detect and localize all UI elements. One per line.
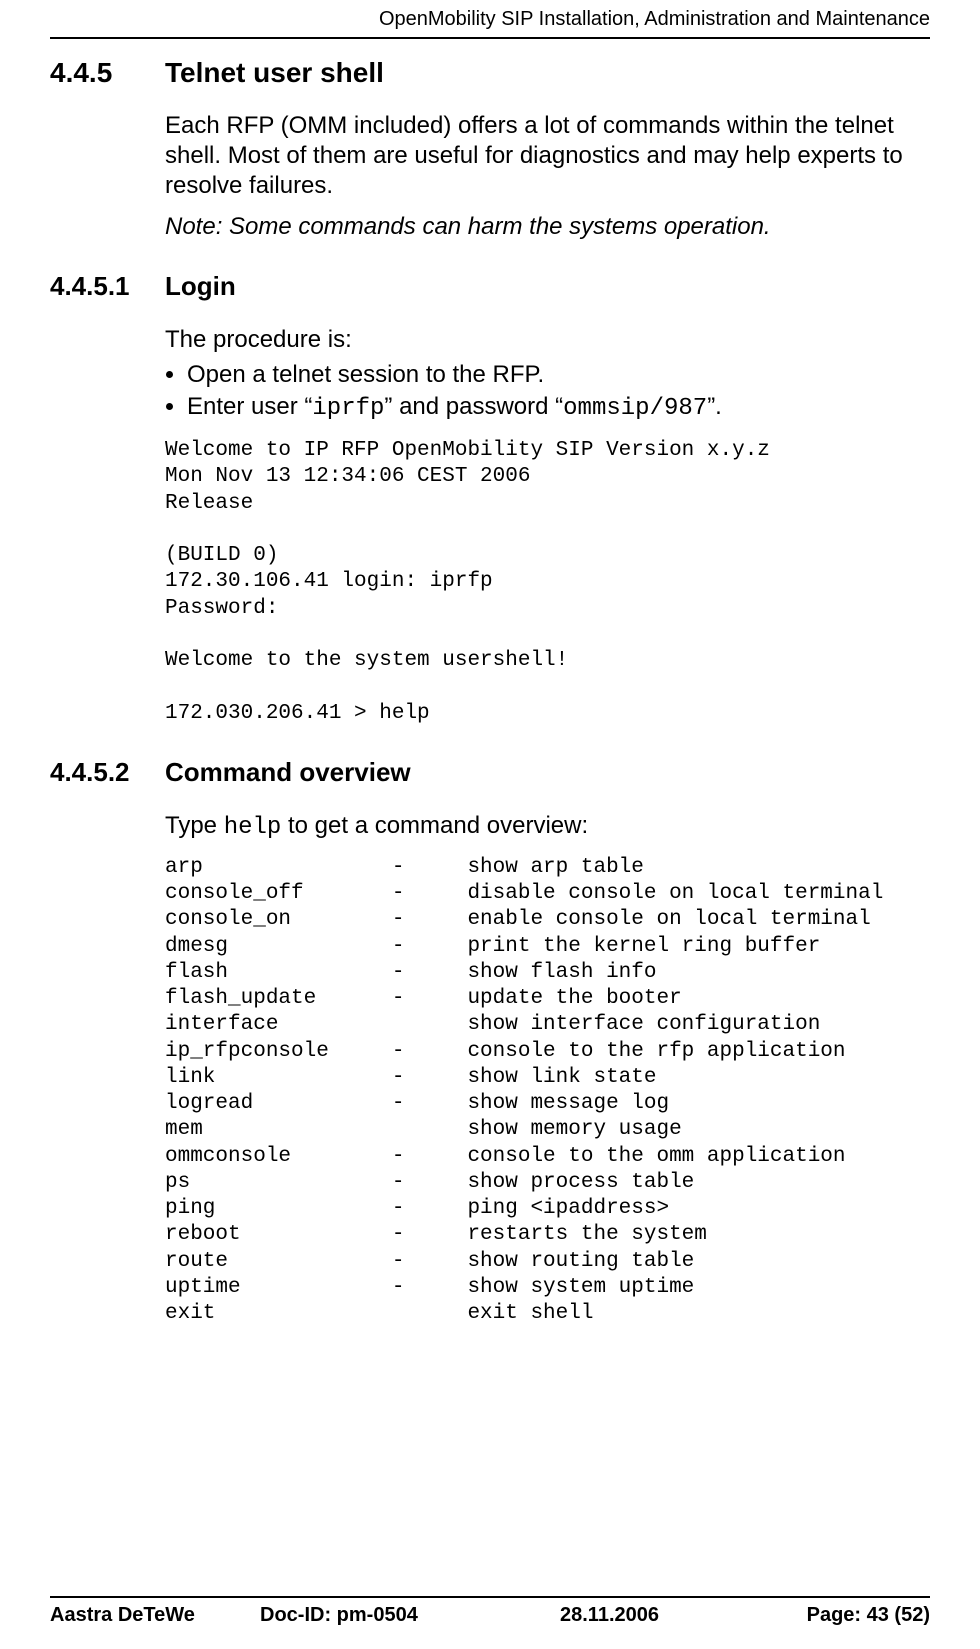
text: Type bbox=[165, 812, 224, 839]
intro-paragraph: Each RFP (OMM included) offers a lot of … bbox=[165, 111, 930, 201]
note-paragraph: Note: Some commands can harm the systems… bbox=[165, 213, 930, 241]
code-inline: help bbox=[224, 814, 282, 841]
page: OpenMobility SIP Installation, Administr… bbox=[0, 0, 980, 1649]
text: ” and password “ bbox=[384, 393, 563, 420]
page-footer: Aastra DeTeWe Doc-ID: pm-0504 28.11.2006… bbox=[50, 1596, 930, 1627]
intro-block: Each RFP (OMM included) offers a lot of … bbox=[50, 111, 930, 241]
section-number: 4.4.5.1 bbox=[50, 271, 165, 302]
text: Enter user “ bbox=[187, 393, 312, 420]
section-number: 4.4.5 bbox=[50, 57, 165, 89]
login-block: The procedure is: Open a telnet session … bbox=[50, 326, 930, 727]
footer-doc-id: Doc-ID: pm-0504 bbox=[260, 1604, 560, 1627]
section-title: Login bbox=[165, 271, 236, 302]
heading-4-4-5: 4.4.5 Telnet user shell bbox=[50, 57, 930, 89]
cmd-overview-lead: Type help to get a command overview: bbox=[165, 812, 930, 841]
footer-company: Aastra DeTeWe bbox=[50, 1604, 260, 1627]
section-number: 4.4.5.2 bbox=[50, 757, 165, 788]
list-item: Enter user “iprfp” and password “ommsip/… bbox=[187, 392, 930, 424]
code-inline: ommsip/987 bbox=[563, 395, 707, 422]
heading-4-4-5-1: 4.4.5.1 Login bbox=[50, 271, 930, 302]
command-listing: arp - show arp table console_off - disab… bbox=[165, 855, 930, 1328]
list-item: Open a telnet session to the RFP. bbox=[187, 360, 930, 390]
code-inline: iprfp bbox=[312, 395, 384, 422]
procedure-lead: The procedure is: bbox=[165, 326, 930, 354]
section-title: Command overview bbox=[165, 757, 411, 788]
cmd-overview-block: Type help to get a command overview: arp… bbox=[50, 812, 930, 1328]
running-header: OpenMobility SIP Installation, Administr… bbox=[50, 0, 930, 39]
heading-4-4-5-2: 4.4.5.2 Command overview bbox=[50, 757, 930, 788]
footer-page: Page: 43 (52) bbox=[770, 1604, 930, 1627]
text: to get a command overview: bbox=[281, 812, 588, 839]
procedure-bullets: Open a telnet session to the RFP. Enter … bbox=[165, 360, 930, 424]
text: ”. bbox=[707, 393, 722, 420]
section-title: Telnet user shell bbox=[165, 57, 384, 89]
console-output: Welcome to IP RFP OpenMobility SIP Versi… bbox=[165, 438, 930, 727]
footer-date: 28.11.2006 bbox=[560, 1604, 770, 1627]
